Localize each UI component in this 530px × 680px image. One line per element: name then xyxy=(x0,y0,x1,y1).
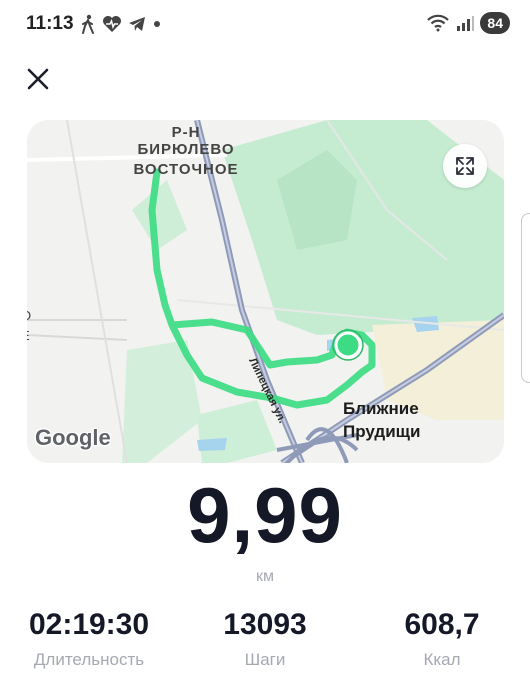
stat-steps-value: 13093 xyxy=(223,608,307,641)
stat-calories-label: Ккал xyxy=(423,650,461,669)
map-canvas[interactable] xyxy=(27,120,504,463)
edge-label-2: Е xyxy=(27,328,31,343)
google-logo: Google xyxy=(35,425,111,450)
dot-icon xyxy=(154,21,160,27)
heart-icon xyxy=(103,16,121,32)
stat-duration: 02:19:30 Длительность xyxy=(20,608,158,670)
battery-badge: 84 xyxy=(480,12,510,34)
distance-value: 9,99 xyxy=(187,471,343,559)
stat-steps: 13093 Шаги xyxy=(200,608,330,670)
status-system-icons: 84 xyxy=(426,12,510,34)
distance-unit: км xyxy=(256,568,274,585)
district-label: Р-Н БИРЮЛЕВО ВОСТОЧНОЕ xyxy=(133,124,239,178)
stat-duration-label: Длительность xyxy=(33,650,145,669)
stat-steps-label: Шаги xyxy=(244,650,286,669)
signal-icon xyxy=(457,16,475,31)
close-icon xyxy=(27,68,49,90)
walking-icon xyxy=(82,14,94,34)
telegram-icon xyxy=(129,17,145,31)
edge-label-1: О xyxy=(27,308,32,323)
place-label: Ближние Прудищи xyxy=(343,399,421,441)
expand-icon xyxy=(456,157,474,175)
status-time: 11:13 xyxy=(26,13,74,34)
stat-duration-value: 02:19:30 xyxy=(28,608,150,641)
status-notification-icons xyxy=(80,13,162,35)
close-button[interactable] xyxy=(22,63,54,95)
water-area-3 xyxy=(197,438,227,451)
expand-map-button[interactable] xyxy=(443,144,487,188)
stat-calories-value: 608,7 xyxy=(404,608,480,641)
wifi-icon xyxy=(427,14,450,32)
side-panel-handle[interactable] xyxy=(521,213,530,383)
status-bar: 11:13 84 xyxy=(0,0,530,48)
route-map[interactable]: Р-Н БИРЮЛЕВО ВОСТОЧНОЕ Ближние Прудищи Л… xyxy=(27,120,504,463)
stat-calories: 608,7 Ккал xyxy=(380,608,504,670)
route-end-marker xyxy=(334,331,362,359)
